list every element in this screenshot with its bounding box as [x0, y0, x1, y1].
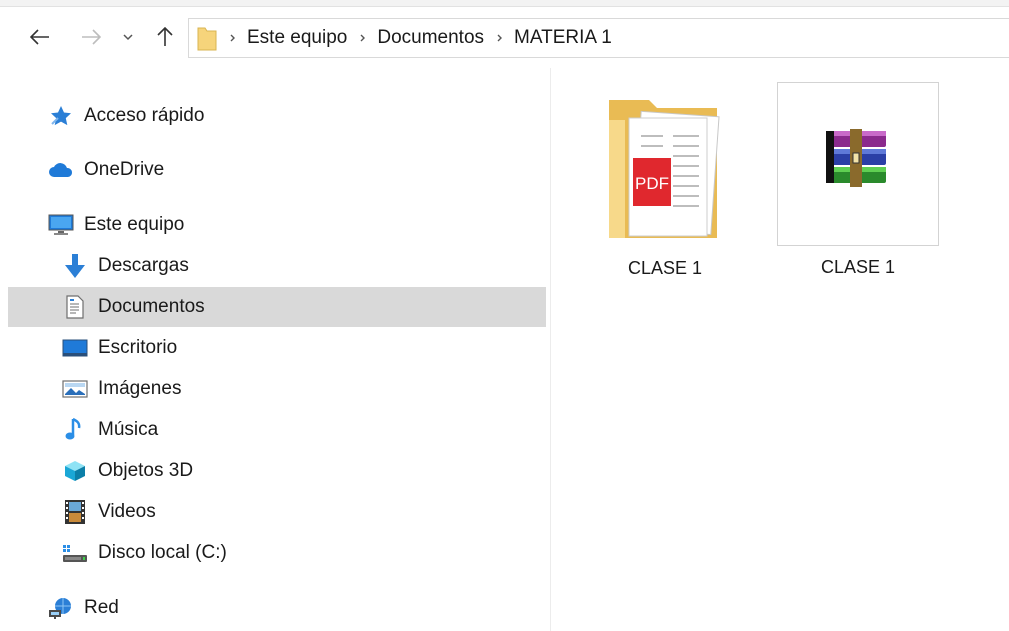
sidebar-item-label: Este equipo [84, 214, 185, 235]
sidebar-item-escritorio[interactable]: Escritorio [62, 328, 177, 368]
sidebar-item-documentos[interactable]: Documentos [8, 287, 546, 327]
arrow-left-icon [30, 29, 49, 45]
breadcrumb-este-equipo[interactable]: Este equipo [247, 27, 347, 49]
monitor-icon [48, 212, 74, 238]
breadcrumb-separator-icon [360, 34, 366, 42]
sidebar-item-acceso-rapido[interactable]: Acceso rápido [48, 96, 204, 136]
sidebar-item-imagenes[interactable]: Imágenes [62, 369, 181, 409]
arrow-right-icon [82, 29, 101, 45]
address-bar[interactable]: Este equipo Documentos MATERIA 1 [188, 18, 1009, 58]
sidebar-item-label: Imágenes [98, 378, 182, 399]
cloud-icon [48, 157, 74, 183]
sidebar-item-label: Música [98, 419, 159, 440]
picture-icon [62, 376, 88, 402]
chevron-down-icon [123, 33, 133, 40]
document-icon [62, 294, 88, 320]
file-label: CLASE 1 [820, 257, 896, 277]
network-icon [48, 595, 74, 621]
music-note-icon [62, 417, 88, 443]
sidebar-item-label: OneDrive [84, 159, 165, 180]
arrow-up-icon [157, 27, 173, 46]
sidebar-item-onedrive[interactable]: OneDrive [48, 150, 164, 190]
pdf-badge: PDF [635, 174, 669, 193]
sidebar-item-red[interactable]: Red [48, 588, 119, 628]
sidebar-item-label: Objetos 3D [98, 460, 194, 481]
desktop-icon [62, 335, 88, 361]
breadcrumb-materia-1[interactable]: MATERIA 1 [514, 27, 612, 49]
window-top-edge [0, 0, 1009, 7]
file-item-archive[interactable]: CLASE 1 [777, 82, 939, 277]
sidebar-item-label: Documentos [98, 296, 205, 317]
address-toolbar: Este equipo Documentos MATERIA 1 [0, 16, 1009, 58]
winrar-archive-icon [822, 127, 894, 196]
sidebar-item-label: Descargas [98, 255, 189, 276]
folder-icon [197, 25, 217, 51]
recent-locations-button[interactable] [118, 24, 138, 50]
breadcrumb-documentos[interactable]: Documentos [377, 27, 484, 49]
sidebar-item-objetos-3d[interactable]: Objetos 3D [62, 451, 193, 491]
breadcrumb-separator-icon [497, 34, 503, 42]
sidebar-item-label: Acceso rápido [84, 105, 205, 126]
sidebar-item-label: Videos [98, 501, 156, 522]
sidebar-item-label: Red [84, 597, 119, 618]
up-button[interactable] [150, 24, 180, 50]
file-item-folder[interactable]: PDF CLASE 1 [585, 88, 745, 282]
film-icon [62, 499, 88, 525]
sidebar-item-disco-local[interactable]: Disco local (C:) [62, 533, 227, 573]
sidebar-item-descargas[interactable]: Descargas [62, 246, 189, 286]
download-arrow-icon [62, 253, 88, 279]
sidebar-item-label: Disco local (C:) [98, 542, 227, 563]
folder-pdf-icon: PDF [607, 96, 727, 247]
file-view: PDF CLASE 1 CLASE 1 [551, 68, 1009, 631]
star-icon [48, 103, 74, 129]
cube-icon [62, 458, 88, 484]
drive-icon [62, 540, 88, 566]
breadcrumb-separator-icon [230, 34, 235, 42]
back-button[interactable] [24, 24, 56, 50]
sidebar-item-videos[interactable]: Videos [62, 492, 156, 532]
forward-button[interactable] [76, 24, 106, 50]
sidebar-item-musica[interactable]: Música [62, 410, 158, 450]
sidebar-item-label: Escritorio [98, 337, 178, 358]
sidebar-item-este-equipo[interactable]: Este equipo [48, 205, 184, 245]
navigation-pane: Acceso rápido OneDrive Este equipo Desca… [0, 68, 551, 631]
file-label: CLASE 1 [627, 258, 703, 278]
